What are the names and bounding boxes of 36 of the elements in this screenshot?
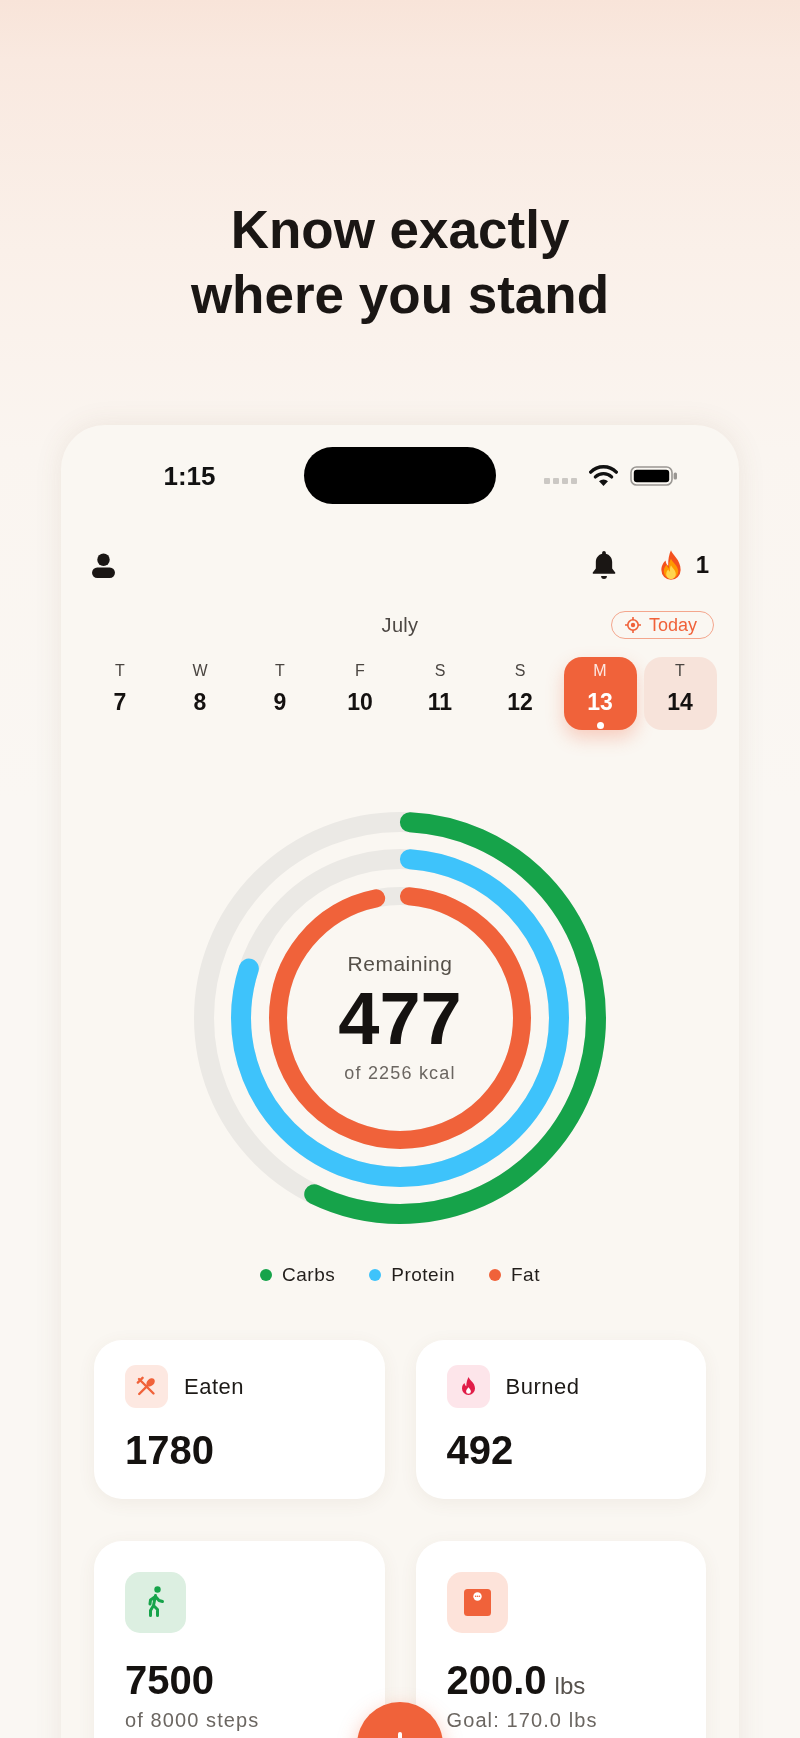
stat-value: 7500: [125, 1657, 214, 1704]
headline: Know exactly where you stand: [189, 199, 611, 326]
flame-icon: [446, 1365, 490, 1408]
legend-label: Protein: [391, 1263, 455, 1287]
target-icon: [624, 617, 641, 633]
date-button[interactable]: S 12: [483, 657, 557, 730]
signal-dots-icon: [543, 477, 577, 484]
user-icon[interactable]: [91, 552, 116, 578]
stat-value: 492: [446, 1427, 514, 1474]
legend-label: Carbs: [282, 1263, 336, 1287]
date-button[interactable]: F 10: [323, 657, 397, 730]
wifi-icon: [588, 465, 618, 486]
date-button[interactable]: T 14: [643, 657, 717, 730]
walking-person-icon: [125, 1572, 186, 1633]
stat-note: Goal: 170.0 lbs: [446, 1708, 598, 1732]
scale-icon: [446, 1572, 508, 1633]
stat-value: 1780: [125, 1427, 214, 1474]
remaining-value: 477: [338, 982, 462, 1056]
date-button[interactable]: T 7: [83, 657, 157, 730]
streak-count: 1: [695, 551, 709, 579]
date-button[interactable]: S 11: [403, 657, 477, 730]
fork-and-spoon-icon: [125, 1365, 168, 1408]
unit-label: lbs: [554, 1672, 586, 1700]
battery-icon: [629, 465, 678, 486]
bell-icon[interactable]: [591, 551, 616, 579]
status-time: 1:15: [163, 460, 216, 491]
card-label: Eaten: [184, 1373, 244, 1400]
month-label: July: [381, 613, 419, 637]
date-button[interactable]: T 9: [243, 657, 317, 730]
date-button[interactable]: W 8: [163, 657, 237, 730]
legend-label: Fat: [510, 1263, 540, 1287]
stat-value: 200.0: [446, 1657, 547, 1704]
card-label: Burned: [505, 1373, 580, 1400]
remaining-label: Remaining: [347, 952, 453, 976]
calorie-goal: of 2256 kcal: [344, 1062, 456, 1084]
stat-note: of 8000 steps: [125, 1708, 260, 1732]
